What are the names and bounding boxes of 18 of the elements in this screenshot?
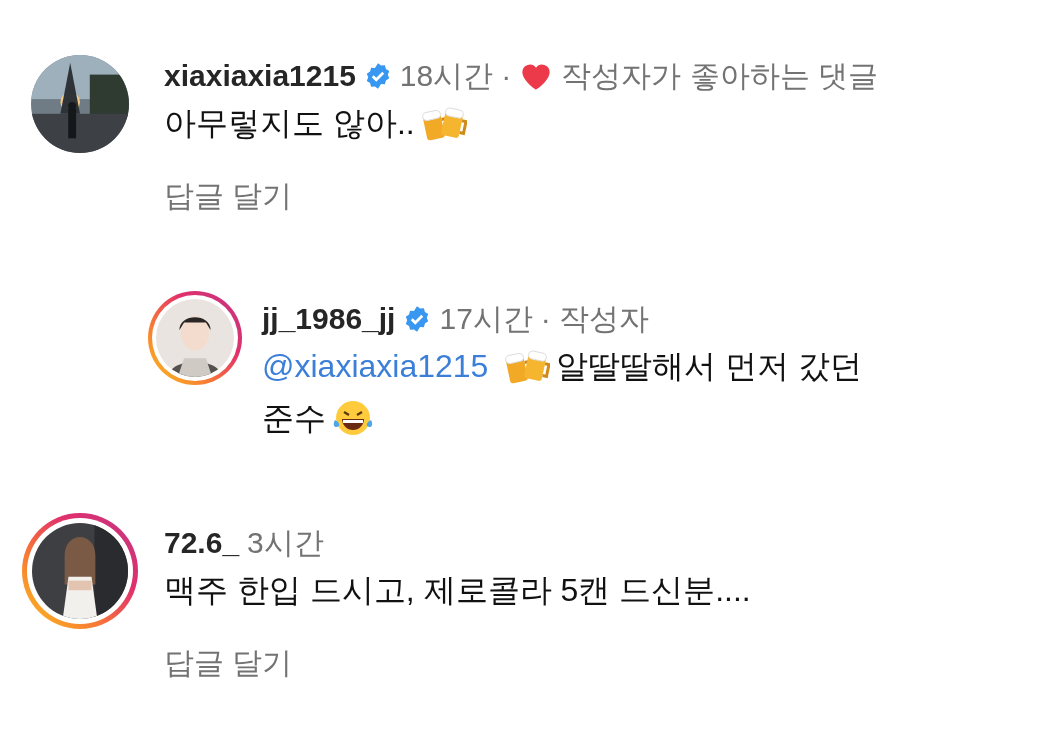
username[interactable]: 72.6_	[164, 525, 240, 561]
separator-dot: ·	[501, 58, 512, 94]
reply-link[interactable]: 답글 달기	[164, 643, 293, 684]
laughing-emoji-icon	[332, 398, 374, 438]
username[interactable]: jj_1986_jj	[262, 301, 396, 337]
comment-time: 18시간	[399, 58, 494, 94]
author-liked-label: 작성자가 좋아하는 댓글	[561, 58, 878, 94]
comment-time: 17시간	[439, 301, 533, 337]
comment-text: 알딸딸해서 먼저 갔던	[556, 347, 863, 386]
comment-text: 맥주 한입 드시고, 제로콜라 5캔 드신분....	[164, 571, 751, 610]
mention-link[interactable]: @xiaxiaxia1215	[262, 343, 489, 389]
comment-text: 아무렇지도 않아..	[164, 104, 415, 143]
comment-text: 준수	[262, 399, 326, 438]
comment-time: 3시간	[247, 525, 324, 561]
reply-link[interactable]: 답글 달기	[164, 176, 293, 217]
author-label: 작성자	[558, 301, 649, 337]
username[interactable]: xiaxiaxia1215	[164, 58, 356, 94]
separator-dot: ·	[540, 301, 551, 337]
